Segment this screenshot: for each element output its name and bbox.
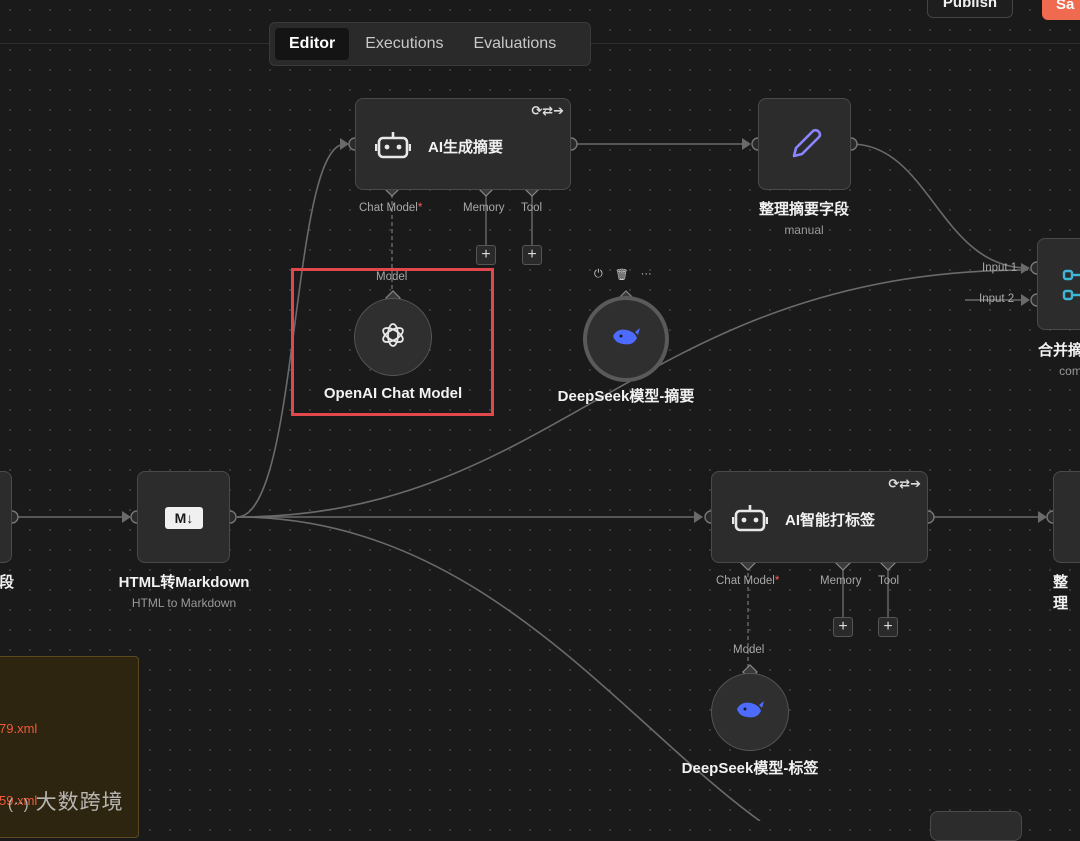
node-bottom-partial[interactable] — [930, 811, 1022, 841]
node-right-partial-label: 整理 — [1053, 574, 1069, 612]
highlight-box — [291, 268, 494, 416]
markdown-icon: M↓ — [165, 507, 203, 529]
loop-arrow-icon: ⟳⇄➔ — [531, 103, 564, 118]
arrow-head-organize — [742, 138, 751, 150]
node-left-partial-label: 段 — [0, 574, 15, 591]
deepseek-whale-icon — [611, 326, 641, 353]
node-organize[interactable] — [758, 98, 851, 190]
node-title: AI生成摘要 — [428, 139, 504, 156]
port-label-chatmodel: Chat Model* — [716, 575, 780, 587]
watermark-logo: (ᐧᐧ) 大数跨境 — [8, 791, 124, 814]
add-memory-button[interactable]: + — [476, 245, 496, 265]
add-tool-button[interactable]: + — [522, 245, 542, 265]
add-memory-button[interactable]: + — [833, 617, 853, 637]
arrow-head-aisummary — [340, 138, 349, 150]
add-tool-button[interactable]: + — [878, 617, 898, 637]
node-deepseek-summary-label: DeepSeek模型-摘要 — [557, 388, 695, 405]
node-deepseek-tag[interactable] — [711, 673, 789, 751]
deepseek-tag-port-label: Model — [733, 644, 765, 656]
node-ai-summary[interactable]: AI生成摘要 ⟳⇄➔ — [355, 98, 571, 190]
node-organize-label: 整理摘要字段 manual — [758, 201, 849, 237]
node-ai-tag[interactable]: AI智能打标签 ⟳⇄➔ — [711, 471, 928, 563]
node-merge[interactable] — [1037, 238, 1080, 330]
pencil-icon — [785, 125, 825, 165]
node-deepseek-tag-label: DeepSeek模型-标签 — [681, 760, 819, 777]
watermark-icon: (ᐧᐧ) — [8, 796, 30, 813]
loop-arrow-icon: ⟳⇄➔ — [888, 476, 921, 491]
node-html-label: HTML转Markdown HTML to Markdown — [118, 574, 250, 610]
robot-icon — [731, 502, 769, 534]
deepseek-whale-icon — [735, 699, 765, 726]
more-icon[interactable]: ··· — [641, 268, 652, 281]
port-label-chatmodel: Chat Model* — [359, 202, 423, 214]
node-title: AI智能打标签 — [785, 512, 876, 529]
node-merge-label: 合并摘 com — [1038, 342, 1080, 378]
arrow-head-merge1 — [1021, 263, 1030, 274]
port-label-memory: Memory — [820, 575, 862, 587]
edge-organize-to-merge1 — [850, 143, 1029, 269]
merge-icon — [1060, 263, 1080, 307]
trash-icon[interactable]: 🗑 — [615, 268, 629, 281]
merge-input2-label: Input 2 — [979, 293, 1015, 305]
arrow-head-merge2 — [1021, 294, 1030, 306]
port-label-memory: Memory — [463, 202, 505, 214]
node-toolbar: ⏻ 🗑 ··· — [594, 268, 652, 281]
node-deepseek-summary[interactable] — [583, 296, 669, 382]
robot-icon — [374, 129, 412, 161]
arrow-head-right — [1038, 511, 1047, 523]
port-label-tool: Tool — [521, 202, 543, 214]
merge-input1-label: Input 1 — [982, 262, 1018, 274]
node-html-to-markdown[interactable]: M↓ — [137, 471, 230, 563]
power-icon[interactable]: ⏻ — [594, 268, 603, 281]
port-label-tool: Tool — [878, 575, 900, 587]
arrow-head-html — [122, 511, 131, 523]
arrow-head-aitag — [694, 511, 703, 523]
node-left-partial[interactable] — [0, 471, 12, 563]
sticky-line-1: 79.xml — [0, 721, 38, 736]
node-right-partial[interactable] — [1053, 471, 1080, 563]
